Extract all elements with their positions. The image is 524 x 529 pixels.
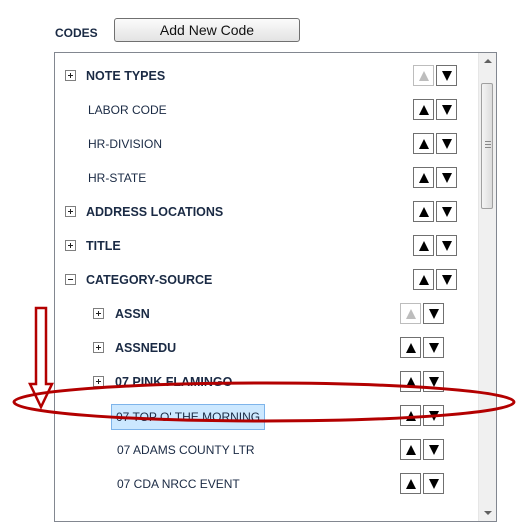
tree-row[interactable]: HR-STATE: [55, 161, 475, 195]
tree-item-label[interactable]: TITLE: [86, 229, 121, 263]
tree-item-label[interactable]: NOTE TYPES: [86, 59, 165, 93]
move-down-button[interactable]: [423, 473, 444, 494]
move-up-button[interactable]: [413, 99, 434, 120]
plus-box-icon[interactable]: [65, 70, 76, 81]
triangle-up-icon: [405, 478, 416, 489]
tree-row[interactable]: NOTE TYPES: [55, 59, 475, 93]
tree-item-label[interactable]: ADDRESS LOCATIONS: [86, 195, 223, 229]
tree-item-label[interactable]: CATEGORY-SOURCE: [86, 263, 212, 297]
tree-row[interactable]: HR-DIVISION: [55, 127, 475, 161]
plus-box-icon[interactable]: [65, 240, 76, 251]
tree-item-label[interactable]: LABOR CODE: [88, 93, 167, 127]
triangle-up-icon: [418, 274, 429, 285]
triangle-up-icon: [418, 240, 429, 251]
tree-row[interactable]: 07 CDA NRCC EVENT: [55, 467, 475, 501]
move-up-button[interactable]: [413, 201, 434, 222]
move-down-button[interactable]: [436, 167, 457, 188]
minus-box-icon[interactable]: [65, 274, 76, 285]
triangle-up-icon: [405, 342, 416, 353]
move-up-button[interactable]: [413, 235, 434, 256]
triangle-up-icon: [405, 444, 416, 455]
plus-box-icon[interactable]: [93, 342, 104, 353]
scrollbar-thumb[interactable]: [481, 83, 493, 209]
triangle-down-icon: [441, 240, 452, 251]
tree-row[interactable]: TITLE: [55, 229, 475, 263]
triangle-down-icon: [441, 274, 452, 285]
move-down-button[interactable]: [423, 337, 444, 358]
tree-row[interactable]: ASSNEDU: [55, 331, 475, 365]
tree-item-label[interactable]: 07 ADAMS COUNTY LTR: [117, 433, 255, 467]
triangle-down-icon: [441, 104, 452, 115]
tree-row[interactable]: LABOR CODE: [55, 93, 475, 127]
tree-item-label[interactable]: ASSNEDU: [115, 331, 176, 365]
move-down-button[interactable]: [436, 269, 457, 290]
move-down-button[interactable]: [436, 235, 457, 256]
move-down-button[interactable]: [436, 99, 457, 120]
tree-row[interactable]: CATEGORY-SOURCE: [55, 263, 475, 297]
move-up-button[interactable]: [413, 133, 434, 154]
move-up-button[interactable]: [413, 269, 434, 290]
triangle-down-icon: [428, 308, 439, 319]
vertical-scrollbar[interactable]: [478, 53, 496, 521]
move-down-button[interactable]: [436, 65, 457, 86]
triangle-up-icon: [418, 104, 429, 115]
triangle-down-icon: [428, 444, 439, 455]
plus-box-icon[interactable]: [65, 206, 76, 217]
triangle-down-icon: [441, 172, 452, 183]
triangle-up-icon: [418, 70, 429, 81]
add-new-code-button[interactable]: Add New Code: [114, 18, 300, 42]
move-up-button[interactable]: [400, 303, 421, 324]
tree-item-label[interactable]: HR-DIVISION: [88, 127, 162, 161]
triangle-down-icon: [441, 138, 452, 149]
move-up-button[interactable]: [413, 65, 434, 86]
scroll-down-button[interactable]: [479, 504, 496, 521]
move-up-button[interactable]: [400, 337, 421, 358]
triangle-down-icon: [441, 206, 452, 217]
move-down-button[interactable]: [423, 303, 444, 324]
tree-item-label[interactable]: ASSN: [115, 297, 150, 331]
codes-tree-panel: NOTE TYPES LABOR CODE HR-DIVISION HR-STATE A…: [54, 52, 497, 522]
tree-item-label[interactable]: 07 CDA NRCC EVENT: [117, 467, 240, 501]
move-down-button[interactable]: [436, 201, 457, 222]
plus-box-icon[interactable]: [93, 308, 104, 319]
tree-row[interactable]: ADDRESS LOCATIONS: [55, 195, 475, 229]
tree-row[interactable]: ASSN: [55, 297, 475, 331]
chevron-up-icon: [484, 59, 492, 63]
triangle-down-icon: [428, 342, 439, 353]
tree-row[interactable]: 07 ADAMS COUNTY LTR: [55, 433, 475, 467]
triangle-down-icon: [441, 70, 452, 81]
codes-label: CODES: [55, 26, 98, 40]
triangle-up-icon: [418, 138, 429, 149]
triangle-up-icon: [405, 308, 416, 319]
scroll-up-button[interactable]: [479, 53, 496, 70]
triangle-up-icon: [418, 206, 429, 217]
move-up-button[interactable]: [400, 439, 421, 460]
triangle-up-icon: [418, 172, 429, 183]
chevron-down-icon: [484, 511, 492, 515]
move-up-button[interactable]: [400, 473, 421, 494]
move-down-button[interactable]: [423, 439, 444, 460]
annotation-highlight-ellipse: [12, 381, 516, 423]
tree-item-label[interactable]: HR-STATE: [88, 161, 146, 195]
move-up-button[interactable]: [413, 167, 434, 188]
move-down-button[interactable]: [436, 133, 457, 154]
triangle-down-icon: [428, 478, 439, 489]
